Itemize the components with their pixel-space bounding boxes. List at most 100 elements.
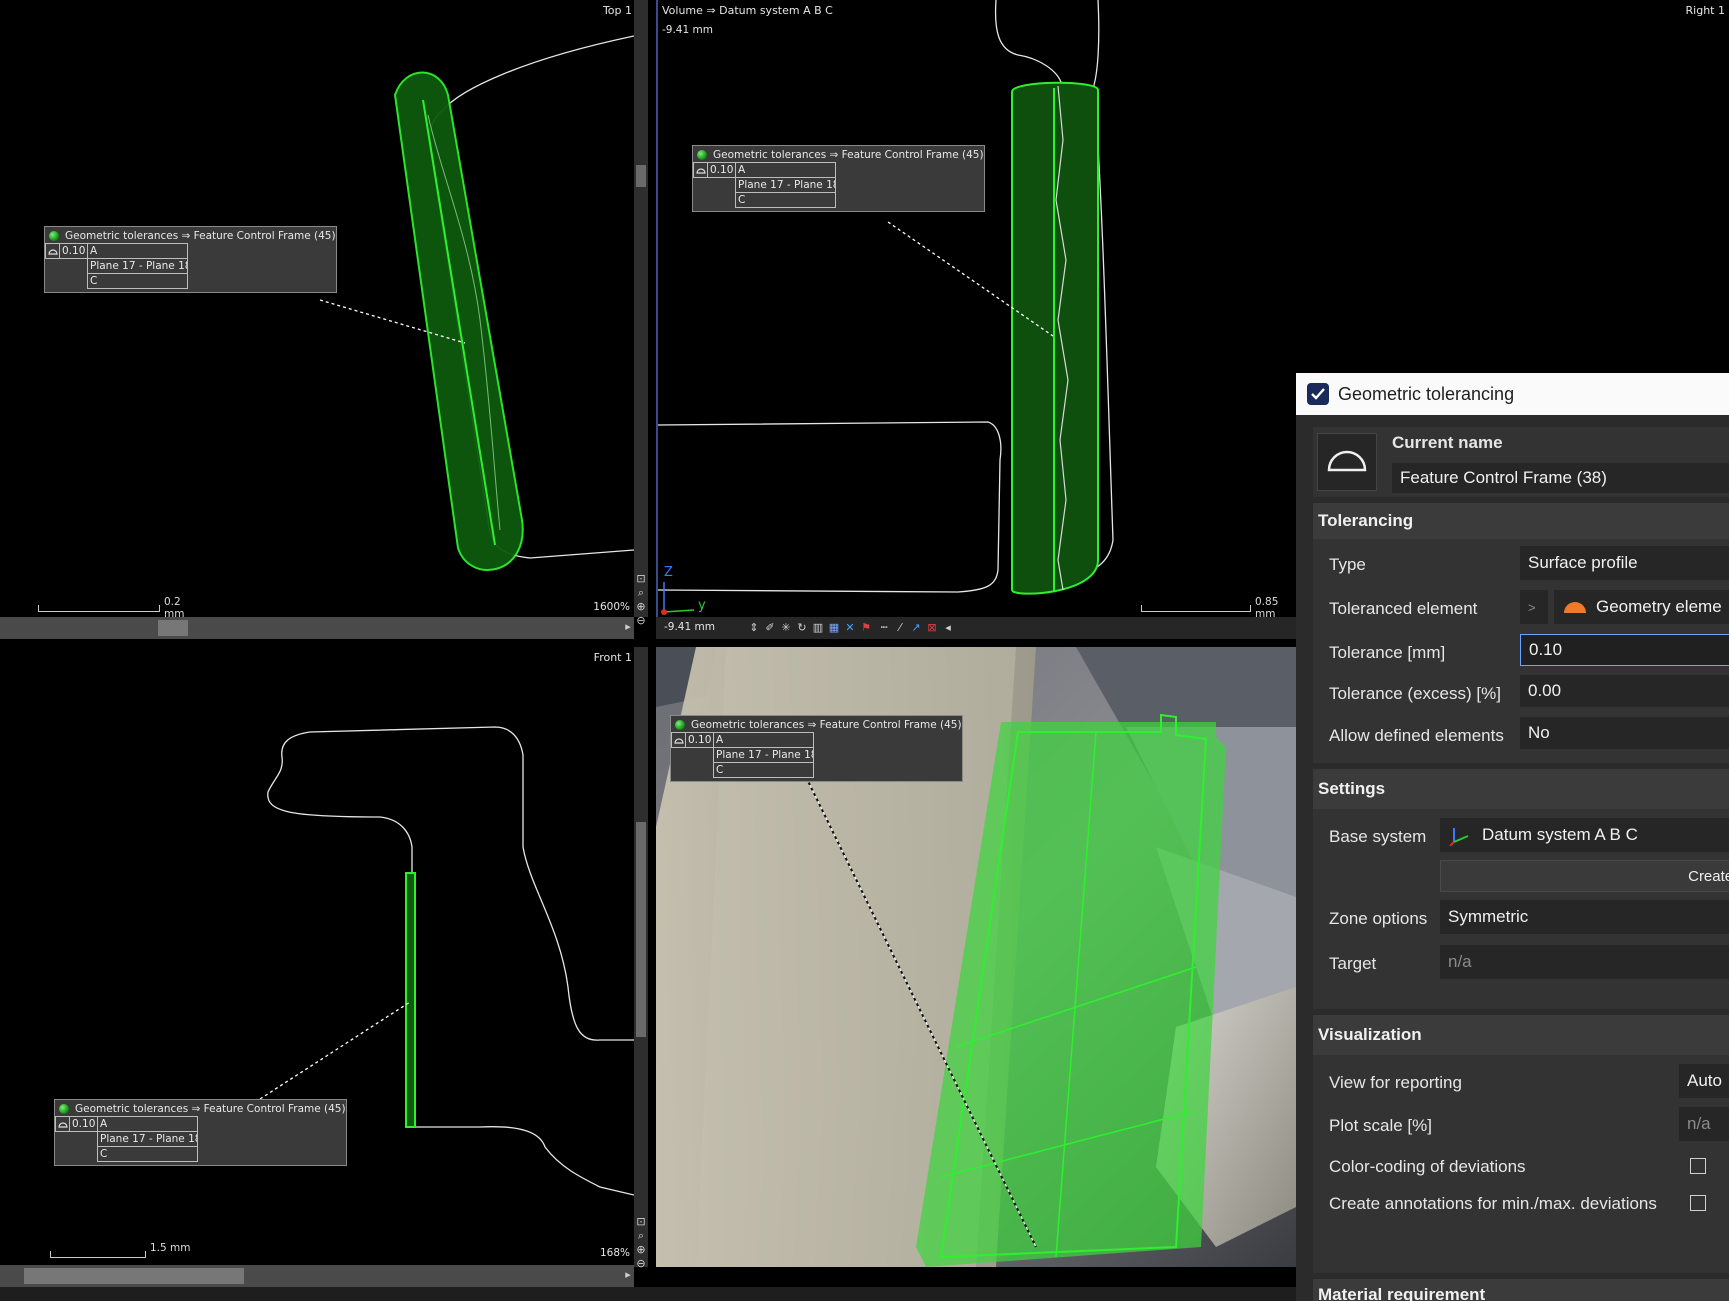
flag-icon[interactable]: ⚑ bbox=[860, 621, 872, 634]
slice-toolbar: -9.41 mm ⇕ ✐ ✳ ↻ ▥ ▦ ✕ ⚑ ┉ ⁄ ↗ ⊠ ◂ bbox=[656, 617, 1296, 639]
ruler-icon[interactable]: ┉ bbox=[878, 621, 890, 634]
create-datum-button[interactable]: Create datum bbox=[1440, 860, 1729, 892]
base-system-label: Base system bbox=[1329, 827, 1427, 846]
chart-icon[interactable]: ▦ bbox=[828, 621, 840, 634]
surface-profile-icon bbox=[45, 243, 60, 259]
scroll-right-icon[interactable]: ▸ bbox=[622, 1268, 634, 1281]
columns-icon[interactable]: ▥ bbox=[812, 621, 824, 634]
feature-control-frame[interactable]: Geometric tolerances ⇒ Feature Control F… bbox=[54, 1099, 347, 1166]
collapse-icon[interactable]: ◂ bbox=[942, 621, 954, 634]
rotate-icon[interactable]: ↻ bbox=[796, 621, 808, 634]
current-name-section: Current name Feature Control Frame (38) bbox=[1313, 427, 1729, 497]
surface-profile-icon bbox=[1327, 450, 1367, 472]
plot-scale-input[interactable]: n/a bbox=[1679, 1107, 1729, 1141]
scroll-right-icon[interactable]: ▸ bbox=[622, 620, 634, 633]
pin-icon[interactable]: ✐ bbox=[764, 621, 776, 634]
horizontal-scrollbar[interactable] bbox=[0, 1265, 634, 1287]
surface-profile-button[interactable] bbox=[1317, 433, 1377, 491]
zone-options-label: Zone options bbox=[1329, 909, 1428, 928]
fcf-datum-b: Plane 17 - Plane 18 bbox=[713, 747, 814, 763]
viewport-3d[interactable]: Geometric tolerances ⇒ Feature Control F… bbox=[656, 647, 1296, 1267]
fcf-header: Geometric tolerances ⇒ Feature Control F… bbox=[713, 148, 984, 161]
allow-defined-elements-select[interactable]: No bbox=[1520, 717, 1729, 749]
app-logo-icon bbox=[1307, 383, 1329, 405]
geometric-tolerancing-panel: Geometric tolerancing Current name Featu… bbox=[1296, 373, 1729, 1301]
fcf-datum-a: A bbox=[735, 162, 836, 178]
material-requirement-header: Material requirement bbox=[1318, 1285, 1486, 1301]
status-ok-icon bbox=[675, 719, 685, 730]
horizontal-scrollbar[interactable] bbox=[0, 617, 634, 639]
axis-z-label: Z bbox=[664, 565, 673, 580]
target-input[interactable]: n/a bbox=[1440, 945, 1729, 979]
zoom-fit-icon[interactable]: ⊡ bbox=[635, 572, 647, 585]
tolerance-excess-input[interactable]: 0.00 bbox=[1520, 675, 1729, 707]
surface-profile-icon bbox=[671, 732, 686, 748]
fcf-tolerance: 0.10 bbox=[685, 732, 714, 748]
scale-bar: 0.2 mm bbox=[38, 596, 198, 617]
toleranced-element-label: Toleranced element bbox=[1329, 599, 1478, 618]
view-for-reporting-select[interactable]: Auto bbox=[1679, 1064, 1729, 1098]
color-coding-checkbox[interactable] bbox=[1690, 1158, 1706, 1174]
viewport-front[interactable]: Front 1 168% 1.5 mm Geometric tolerances… bbox=[0, 647, 634, 1267]
breadcrumb: Volume ⇒ Datum system A B C bbox=[662, 4, 833, 17]
scale-bar: 1.5 mm bbox=[50, 1242, 210, 1258]
scale-bar: 0.85 mm bbox=[1141, 596, 1301, 617]
base-system-select[interactable]: Datum system A B C bbox=[1440, 818, 1729, 852]
min-max-annotations-checkbox[interactable] bbox=[1690, 1195, 1706, 1211]
fcf-header: Geometric tolerances ⇒ Feature Control F… bbox=[691, 718, 962, 731]
target-label: Target bbox=[1329, 954, 1377, 973]
vector-icon[interactable]: ↗ bbox=[910, 621, 922, 634]
tolerance-input[interactable]: 0.10 bbox=[1520, 634, 1729, 666]
viewport-name: Front 1 bbox=[593, 651, 632, 664]
settings-header: Settings bbox=[1318, 779, 1386, 798]
toleranced-element-select[interactable]: Geometry eleme bbox=[1554, 590, 1729, 624]
current-name-label: Current name bbox=[1392, 433, 1503, 452]
datum-system-icon bbox=[1449, 828, 1469, 846]
top-view-geometry bbox=[319, 35, 634, 571]
zone-options-select[interactable]: Symmetric bbox=[1440, 900, 1729, 934]
zoom-icon[interactable]: ⌕ bbox=[635, 1229, 647, 1243]
feature-control-frame[interactable]: Geometric tolerances ⇒ Feature Control F… bbox=[44, 226, 337, 293]
fcf-datum-b: Plane 17 - Plane 18 bbox=[87, 258, 188, 274]
current-name-input[interactable]: Feature Control Frame (38) bbox=[1392, 463, 1729, 493]
toleranced-element-expand[interactable]: > bbox=[1520, 590, 1548, 624]
fcf-datum-c: C bbox=[97, 1146, 198, 1162]
material-requirement-section: Material requirement bbox=[1313, 1279, 1729, 1301]
zoom-fit-icon[interactable]: ⊡ bbox=[635, 1215, 647, 1228]
allow-defined-elements-label: Allow defined elements bbox=[1329, 726, 1504, 745]
feature-control-frame[interactable]: Geometric tolerances ⇒ Feature Control F… bbox=[670, 715, 963, 782]
tolerancing-section: Tolerancing Type Surface profile Toleran… bbox=[1313, 503, 1729, 763]
depth-input[interactable]: -9.41 mm bbox=[664, 621, 715, 633]
viewport-name: Top 1 bbox=[602, 4, 632, 17]
visualization-header: Visualization bbox=[1318, 1025, 1422, 1044]
status-ok-icon bbox=[59, 1103, 69, 1114]
fcf-tolerance: 0.10 bbox=[707, 162, 736, 178]
viewport-name: Right 1 bbox=[1685, 4, 1725, 17]
axis-y-label: y bbox=[698, 598, 706, 613]
curve-icon[interactable]: ⁄ bbox=[894, 621, 906, 634]
fcf-datum-c: C bbox=[713, 762, 814, 778]
color-coding-label: Color-coding of deviations bbox=[1329, 1157, 1526, 1176]
type-select[interactable]: Surface profile bbox=[1520, 546, 1729, 580]
zoom-level: 1600% bbox=[593, 601, 630, 613]
zoom-icon[interactable]: ⌕ bbox=[635, 586, 647, 600]
vertical-scrollbar[interactable] bbox=[634, 647, 648, 1267]
sun-icon[interactable]: ✳ bbox=[780, 621, 792, 634]
feature-control-frame[interactable]: Geometric tolerances ⇒ Feature Control F… bbox=[692, 145, 985, 212]
vertical-scrollbar[interactable] bbox=[634, 0, 648, 617]
cross-icon[interactable]: ✕ bbox=[844, 621, 856, 634]
front-view-geometry bbox=[259, 726, 634, 1196]
viewport-top[interactable]: Top 1 1600% 0.2 mm Geometric tolerances … bbox=[0, 0, 634, 617]
error-icon[interactable]: ⊠ bbox=[926, 621, 938, 634]
geometry-element-icon bbox=[1564, 602, 1586, 613]
zoom-out-icon[interactable]: ⊖ bbox=[635, 1257, 647, 1270]
fcf-datum-a: A bbox=[87, 243, 188, 259]
zoom-in-icon[interactable]: ⊕ bbox=[635, 1243, 647, 1256]
tolerance-excess-label: Tolerance (excess) [%] bbox=[1329, 684, 1501, 703]
settings-section: Settings Base system Datum system A B C … bbox=[1313, 769, 1729, 1009]
stepper-icon[interactable]: ⇕ bbox=[748, 621, 760, 634]
zoom-in-icon[interactable]: ⊕ bbox=[635, 600, 647, 613]
tolerancing-header: Tolerancing bbox=[1318, 511, 1414, 530]
fcf-datum-c: C bbox=[735, 192, 836, 208]
zoom-out-icon[interactable]: ⊖ bbox=[635, 614, 647, 627]
